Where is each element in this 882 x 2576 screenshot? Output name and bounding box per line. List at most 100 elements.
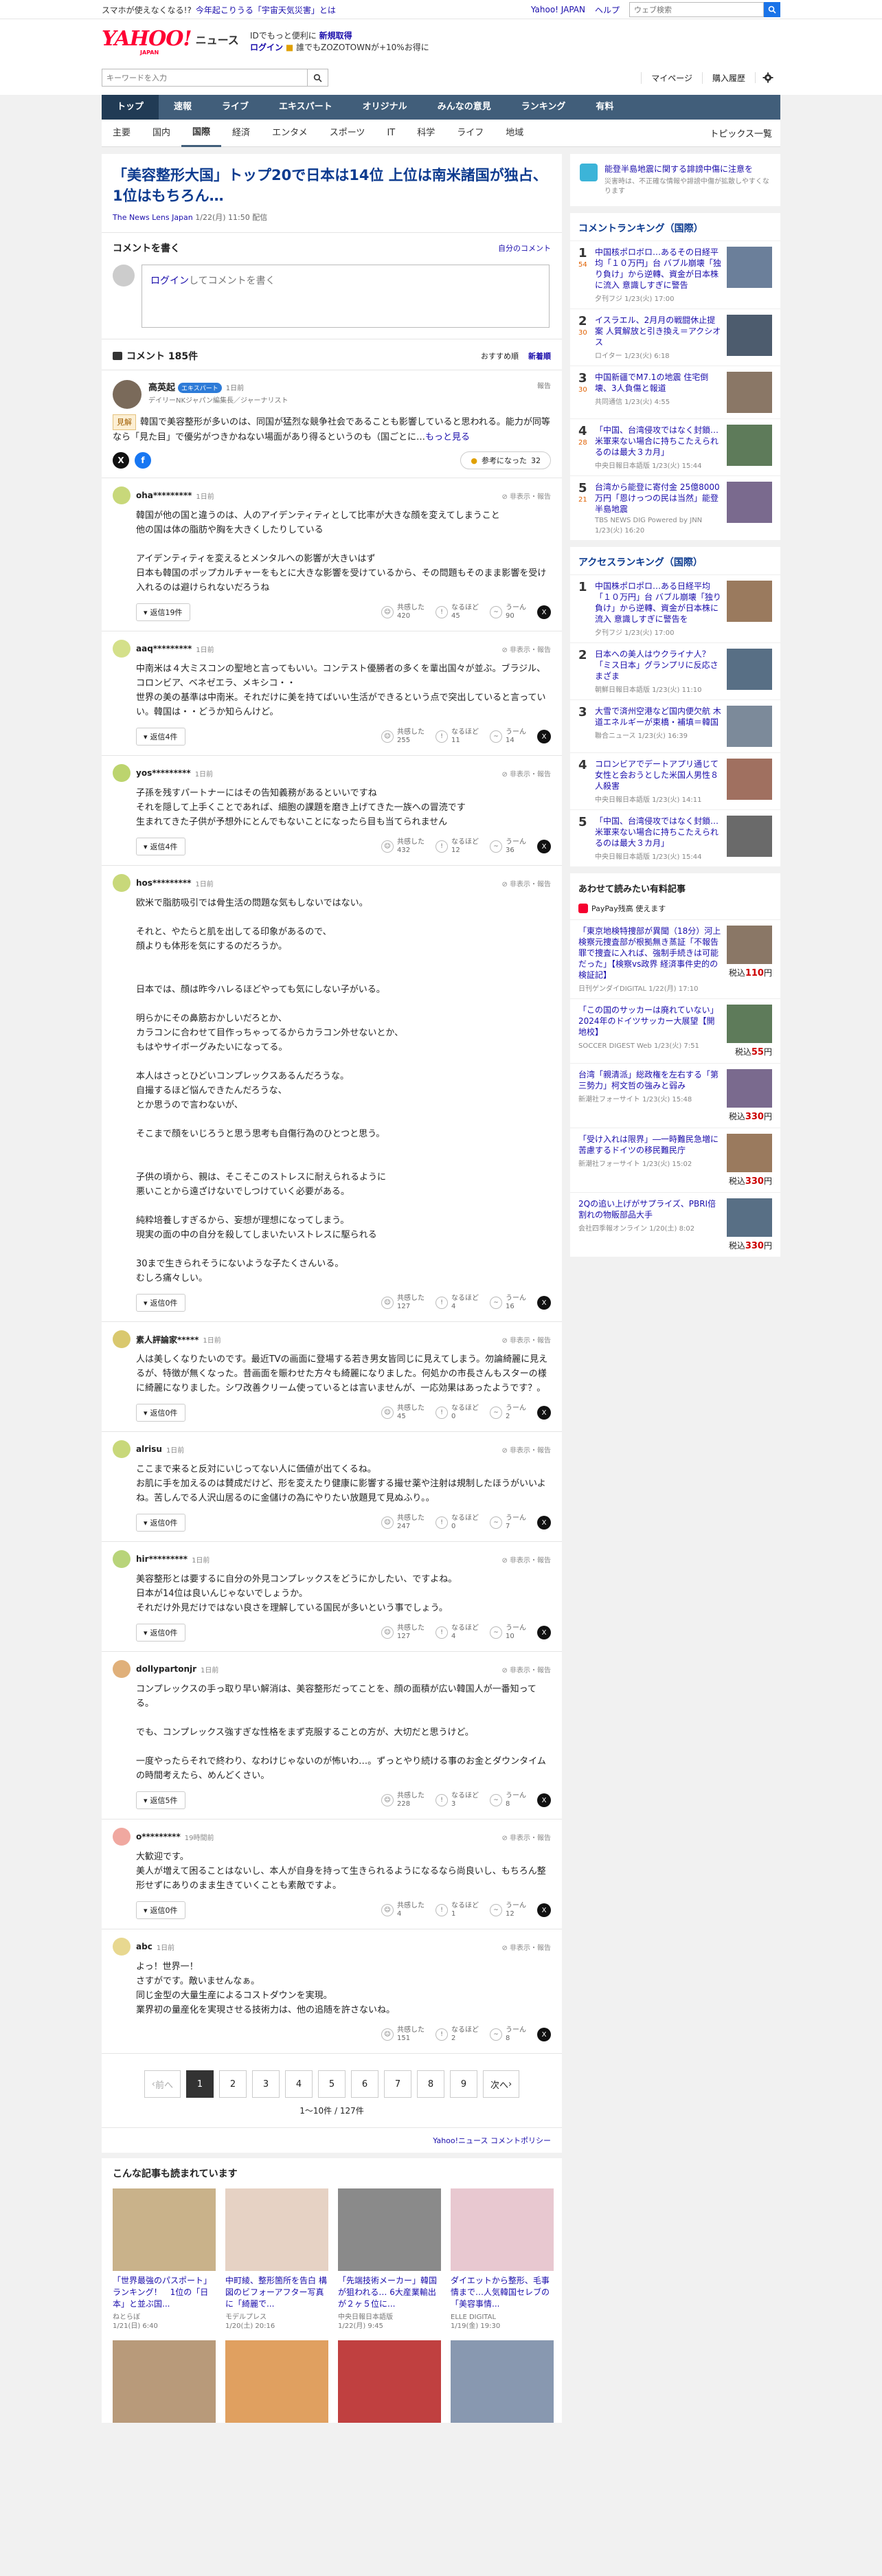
reaction-uun-button[interactable]: ~ うーん 14 — [490, 728, 526, 745]
recommended-card[interactable] — [451, 2340, 554, 2423]
x-share-icon[interactable]: X — [537, 2028, 551, 2041]
topics-list-link[interactable]: トピックス一覧 — [710, 126, 780, 139]
yahoo-news-logo[interactable]: YAHOO! ニュース JAPAN — [102, 29, 239, 56]
reaction-agree-button[interactable]: ☺ 共感した 127 — [381, 1295, 425, 1311]
x-share-icon[interactable]: X — [537, 1406, 551, 1420]
category-tab[interactable]: 科学 — [406, 120, 446, 147]
reaction-agree-button[interactable]: ☺ 共感した 45 — [381, 1404, 425, 1421]
global-nav-item[interactable]: オリジナル — [348, 95, 422, 120]
reaction-naruhodo-button[interactable]: ! なるほど 1 — [436, 1902, 479, 1918]
recommended-card[interactable] — [113, 2340, 216, 2423]
article-source[interactable]: The News Lens Japan — [113, 213, 193, 222]
expert-name[interactable]: 高英起 — [148, 383, 175, 393]
category-tab[interactable]: ライフ — [446, 120, 495, 147]
reaction-naruhodo-button[interactable]: ! なるほど 0 — [436, 1404, 479, 1421]
comment-author[interactable]: alrisu — [136, 1444, 162, 1454]
reaction-agree-button[interactable]: ☺ 共感した 255 — [381, 728, 425, 745]
hide-report-link[interactable]: ⊘ 非表示・報告 — [501, 644, 551, 654]
reaction-agree-button[interactable]: ☺ 共感した 420 — [381, 604, 425, 620]
ranking-item[interactable]: 4 コロンビアでデートアプリ通じて女性と会おうとした米国人男性８人殺害 中央日報日本… — [570, 752, 780, 809]
reaction-uun-button[interactable]: ~ うーん 16 — [490, 1295, 526, 1311]
notice-box[interactable]: 能登半島地震に関する誹謗中傷に注意を 災害時は、不正確な情報や誹謗中傷が拡散しや… — [570, 154, 780, 206]
recommended-card[interactable]: 「世界最強のパスポート」ランキング！ 1位の「日本」と並ぶ国... ねとらぼ 1/2… — [113, 2188, 216, 2331]
reaction-uun-button[interactable]: ~ うーん 12 — [490, 1902, 526, 1918]
expert-avatar[interactable] — [113, 380, 142, 409]
category-tab[interactable]: 地域 — [495, 120, 534, 147]
ranking-item[interactable]: 3 30 中国新疆でM7.1の地震 住宅倒壊、3人負傷と報道 共同通信 1/23(火)… — [570, 366, 780, 418]
x-share-icon[interactable]: X — [537, 1516, 551, 1530]
comment-author[interactable]: abc — [136, 1942, 152, 1951]
page-button[interactable]: 5 — [318, 2070, 346, 2098]
page-button[interactable]: 1 — [186, 2070, 214, 2098]
replies-button[interactable]: ▾ 返信4件 — [136, 838, 185, 855]
hide-report-link[interactable]: ⊘ 非表示・報告 — [501, 878, 551, 888]
ranking-item[interactable]: 1 中国株ポロポロ…ある日経平均「１０万円」台 バブル崩壊「独り負け」から逆轉、資… — [570, 574, 780, 642]
reaction-naruhodo-button[interactable]: ! なるほど 2 — [436, 2026, 479, 2043]
reaction-naruhodo-button[interactable]: ! なるほど 4 — [436, 1295, 479, 1311]
category-tab[interactable]: エンタメ — [261, 120, 319, 147]
category-tab[interactable]: 国際 — [181, 120, 222, 147]
news-search-input[interactable]: キーワードを入力 — [102, 69, 308, 87]
reaction-uun-button[interactable]: ~ うーん 8 — [490, 1792, 526, 1808]
web-search-button[interactable] — [764, 2, 780, 17]
next-page-button[interactable]: 次へ › — [483, 2070, 520, 2098]
avatar[interactable] — [113, 1550, 131, 1568]
hide-report-link[interactable]: ⊘ 非表示・報告 — [501, 1444, 551, 1455]
sort-recommended[interactable]: おすすめ順 — [481, 350, 519, 361]
hide-report-link[interactable]: ⊘ 非表示・報告 — [501, 768, 551, 779]
reaction-agree-button[interactable]: ☺ 共感した 4 — [381, 1902, 425, 1918]
page-button[interactable]: 4 — [285, 2070, 313, 2098]
x-share-icon[interactable]: X — [537, 730, 551, 743]
news-search-button[interactable] — [308, 69, 328, 87]
hide-report-link[interactable]: ⊘ 非表示・報告 — [501, 1832, 551, 1842]
ranking-item[interactable]: 3 大雪で済州空港など国内便欠航 木道エネルギーが束橋・補填＝韓国 聯合ニュース 1… — [570, 699, 780, 752]
reaction-agree-button[interactable]: ☺ 共感した 127 — [381, 1624, 425, 1641]
reaction-naruhodo-button[interactable]: ! なるほど 12 — [436, 838, 479, 855]
sort-newest[interactable]: 新着順 — [528, 350, 551, 361]
hide-report-link[interactable]: ⊘ 非表示・報告 — [501, 1942, 551, 1952]
x-share-icon[interactable]: X — [537, 605, 551, 619]
replies-button[interactable]: ▾ 返信0件 — [136, 1901, 185, 1919]
comment-author[interactable]: hos********* — [136, 878, 191, 888]
reaction-uun-button[interactable]: ~ うーん 8 — [490, 2026, 526, 2043]
global-nav-item[interactable]: 有料 — [580, 95, 629, 120]
reaction-agree-button[interactable]: ☺ 共感した 151 — [381, 2026, 425, 2043]
page-button[interactable]: 2 — [219, 2070, 247, 2098]
reaction-agree-button[interactable]: ☺ 共感した 247 — [381, 1514, 425, 1531]
comment-author[interactable]: o********* — [136, 1832, 181, 1841]
reaction-agree-button[interactable]: ☺ 共感した 228 — [381, 1792, 425, 1808]
replies-button[interactable]: ▾ 返信19件 — [136, 603, 190, 621]
avatar[interactable] — [113, 1660, 131, 1678]
x-share-icon[interactable]: X — [537, 840, 551, 853]
recommended-card[interactable]: 「先端技術メーカー」韓国が狙われる… 6大産業輸出が２ヶ５位に... 中央日報日本… — [338, 2188, 441, 2331]
replies-button[interactable]: ▾ 返信0件 — [136, 1294, 185, 1312]
recommended-card[interactable]: ダイエットから整形、毛事情まで…人気韓国セレブの「美容事情... ELLE DIG… — [451, 2188, 554, 2331]
comment-author[interactable]: dollypartonjr — [136, 1664, 196, 1674]
paid-article[interactable]: 台湾「親清派」総政権を左右する「第三勢力」柯文哲の強みと弱み 新潮社フォーサイト … — [570, 1063, 780, 1128]
avatar[interactable] — [113, 764, 131, 782]
purchase-history-link[interactable]: 購入履歴 — [701, 71, 755, 84]
hide-report-link[interactable]: ⊘ 非表示・報告 — [501, 1554, 551, 1565]
comment-textarea[interactable]: ログインしてコメントを書く — [142, 265, 550, 328]
recommended-title[interactable]: ダイエットから整形、毛事情まで…人気韓国セレブの「美容事情... — [451, 2275, 554, 2310]
report-link[interactable]: 報告 — [537, 380, 551, 390]
x-share-icon[interactable]: X — [113, 452, 129, 469]
avatar[interactable] — [113, 640, 131, 658]
comment-author[interactable]: hir********* — [136, 1554, 188, 1564]
global-nav-item[interactable]: トップ — [102, 95, 159, 120]
hide-report-link[interactable]: ⊘ 非表示・報告 — [501, 491, 551, 501]
ranking-item[interactable]: 5 「中国、台湾侵攻ではなく封鎖…米軍来ない場合に持ちこたえられるのは最大３カ月」… — [570, 809, 780, 866]
page-button[interactable]: 8 — [417, 2070, 444, 2098]
signup-link[interactable]: 新規取得 — [319, 31, 352, 41]
global-nav-item[interactable]: ライブ — [207, 95, 264, 120]
ranking-item[interactable]: 2 30 イスラエル、2月月の戦闘休止提案 人質解放と引き換え＝アクシオス ロイター … — [570, 309, 780, 366]
x-share-icon[interactable]: X — [537, 1793, 551, 1807]
recommended-title[interactable]: 「先端技術メーカー」韓国が狙われる… 6大産業輸出が２ヶ５位に... — [338, 2275, 441, 2310]
avatar[interactable] — [113, 486, 131, 504]
global-nav-item[interactable]: みんなの意見 — [422, 95, 506, 120]
replies-button[interactable]: ▾ 返信5件 — [136, 1791, 185, 1809]
reaction-uun-button[interactable]: ~ うーん 10 — [490, 1624, 526, 1641]
my-comments-link[interactable]: 自分のコメント — [498, 243, 551, 254]
comment-author[interactable]: yos********* — [136, 768, 191, 778]
paid-article[interactable]: 「受け入れは限界」―一時難民急増に苦慮するドイツの移民難民庁 新潮社フォーサイト … — [570, 1128, 780, 1192]
